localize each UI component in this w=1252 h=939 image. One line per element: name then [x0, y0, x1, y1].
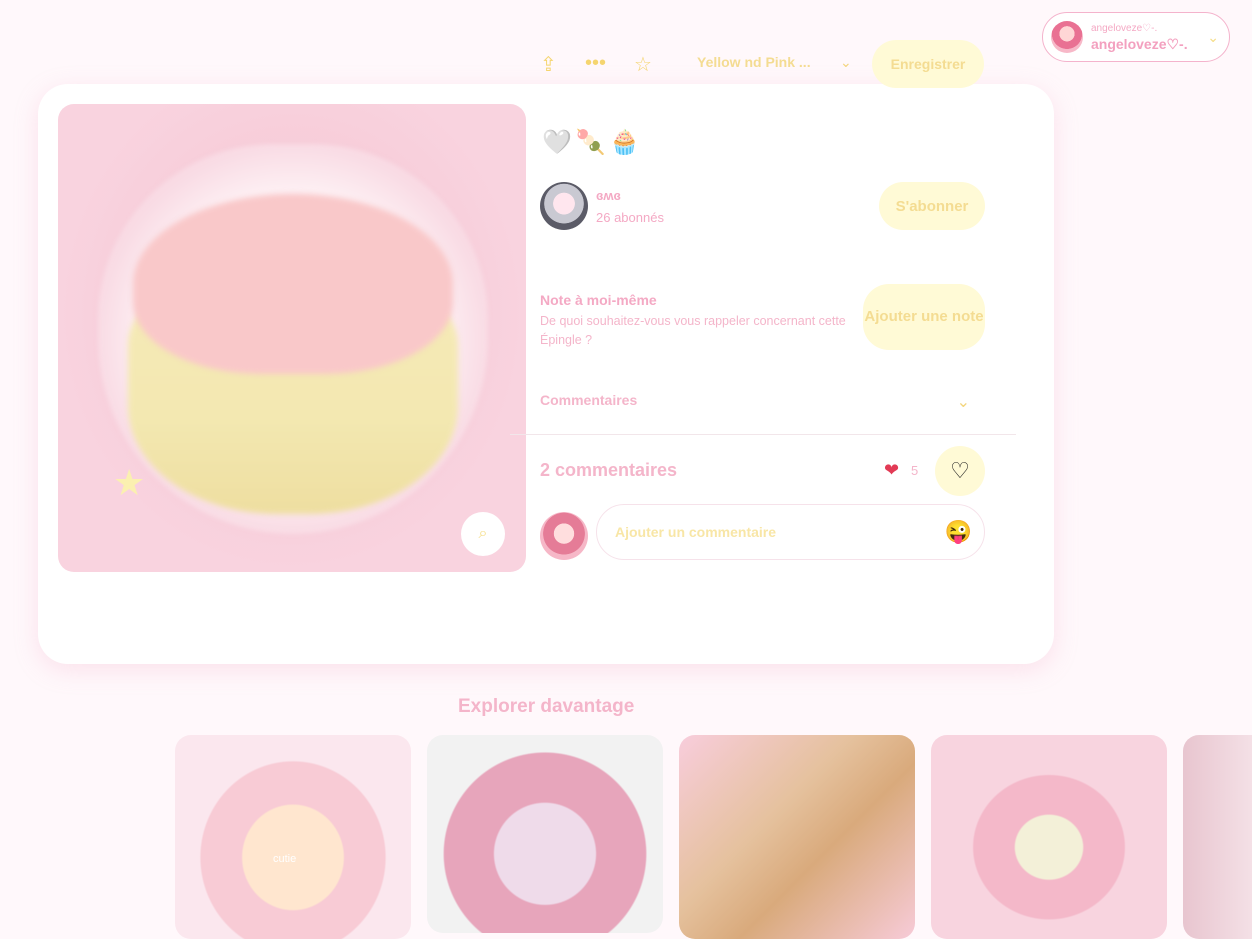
explore-title: Explorer davantage	[458, 696, 635, 717]
star-icon: ★	[113, 462, 146, 503]
emoji-picker-icon[interactable]: 😜	[945, 519, 972, 545]
account-username-small: angeloveze♡-.	[1091, 22, 1158, 34]
pin-title-emojis: 🤍🍡🧁	[542, 129, 644, 156]
chevron-down-icon[interactable]: ⌄	[957, 392, 970, 412]
account-switcher[interactable]: angeloveze♡-. angeloveze♡-. ⌄	[1042, 12, 1230, 62]
note-description: De quoi souhaitez-vous vous rappeler con…	[540, 314, 846, 347]
save-button[interactable]: Enregistrer	[872, 40, 984, 88]
comments-label: Commentaires	[540, 392, 638, 408]
explore-pin-3[interactable]	[679, 735, 915, 939]
star-favorite-icon[interactable]: ☆	[634, 52, 652, 77]
pin-image[interactable]: ★ ⌕	[58, 104, 526, 572]
heart-reaction-icon: ❤	[884, 460, 900, 480]
comment-input[interactable]: Ajouter un commentaire 😜	[596, 504, 985, 560]
explore-caption: cutie	[273, 853, 297, 865]
divider	[510, 434, 1016, 435]
chevron-down-icon[interactable]: ⌄	[1207, 29, 1219, 46]
comment-input-row: Ajouter un commentaire 😜	[540, 504, 985, 560]
note-title: Note à moi-même	[540, 292, 657, 308]
account-username: angeloveze♡-.	[1091, 35, 1188, 52]
share-icon[interactable]: ⇪	[540, 52, 557, 77]
pin-toolbar: ⇪ ••• ☆ Yellow nd Pink ... ⌄ Enregistrer	[540, 40, 985, 88]
note-section: Note à moi-même De quoi souhaitez-vous v…	[540, 284, 985, 350]
like-button[interactable]: ♡	[935, 446, 985, 496]
author-name[interactable]: ɞʍɞ	[596, 188, 621, 203]
follow-button[interactable]: S'abonner	[879, 182, 985, 230]
explore-pin-4[interactable]	[931, 735, 1167, 939]
more-options-icon[interactable]: •••	[585, 52, 606, 75]
board-select[interactable]: Yellow nd Pink ...	[697, 54, 811, 70]
chevron-down-icon[interactable]: ⌄	[840, 54, 852, 71]
add-note-button[interactable]: Ajouter une note	[863, 284, 985, 350]
explore-pin-2[interactable]	[427, 735, 663, 933]
author-avatar[interactable]	[540, 182, 588, 230]
explore-pin-5[interactable]	[1183, 735, 1252, 939]
explore-pin-1[interactable]: cutie	[175, 735, 411, 939]
author-row: ɞʍɞ 26 abonnés S'abonner	[540, 182, 985, 230]
comment-count: 2 commentaires	[540, 460, 678, 480]
pin-card: ★ ⌕	[38, 84, 1054, 664]
account-avatar	[1051, 21, 1083, 53]
reaction-count: 5	[911, 463, 919, 478]
visual-search-icon[interactable]: ⌕	[461, 512, 505, 556]
pudding-top	[133, 194, 453, 374]
comment-placeholder: Ajouter un commentaire	[615, 524, 777, 540]
author-followers: 26 abonnés	[596, 210, 664, 225]
comments-toggle[interactable]: Commentaires ⌄	[540, 392, 970, 412]
comment-count-row: 2 commentaires ❤ 5 ♡	[540, 446, 985, 496]
current-user-avatar	[540, 512, 588, 560]
